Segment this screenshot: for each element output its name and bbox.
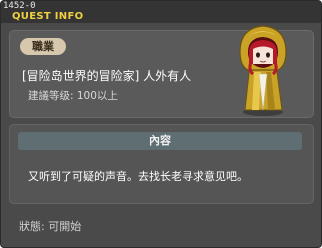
quest-name: [冒险岛世界的冒险家] 人外有人 <box>22 69 192 83</box>
quest-id: 1452-0 <box>3 1 36 11</box>
level-requirement: 建議等级: 100以上 <box>28 90 118 102</box>
title-bar[interactable]: 1452-0 QUEST INFO <box>1 1 321 23</box>
quest-status: 狀態: 可開始 <box>19 220 82 233</box>
content-header: 內容 <box>18 132 302 150</box>
npc-portrait-icon <box>239 25 287 116</box>
window-title: QUEST INFO <box>12 11 84 22</box>
content-text: 又听到了可疑的声音。去找长老寻求意见吧。 <box>28 170 248 183</box>
job-badge: 職業 <box>20 38 66 55</box>
